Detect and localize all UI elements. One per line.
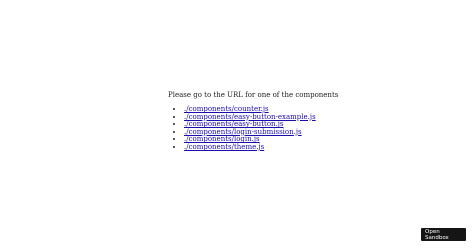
component-link-list: ./components/counter.js ./components/eas… (168, 105, 338, 152)
intro-text: Please go to the URL for one of the comp… (168, 91, 339, 99)
list-item: ./components/theme.js (184, 143, 338, 152)
open-sandbox-button[interactable]: Open Sandbox (421, 228, 466, 241)
component-link-theme[interactable]: ./components/theme.js (184, 143, 264, 151)
main-content: Please go to the URL for one of the comp… (168, 91, 338, 152)
